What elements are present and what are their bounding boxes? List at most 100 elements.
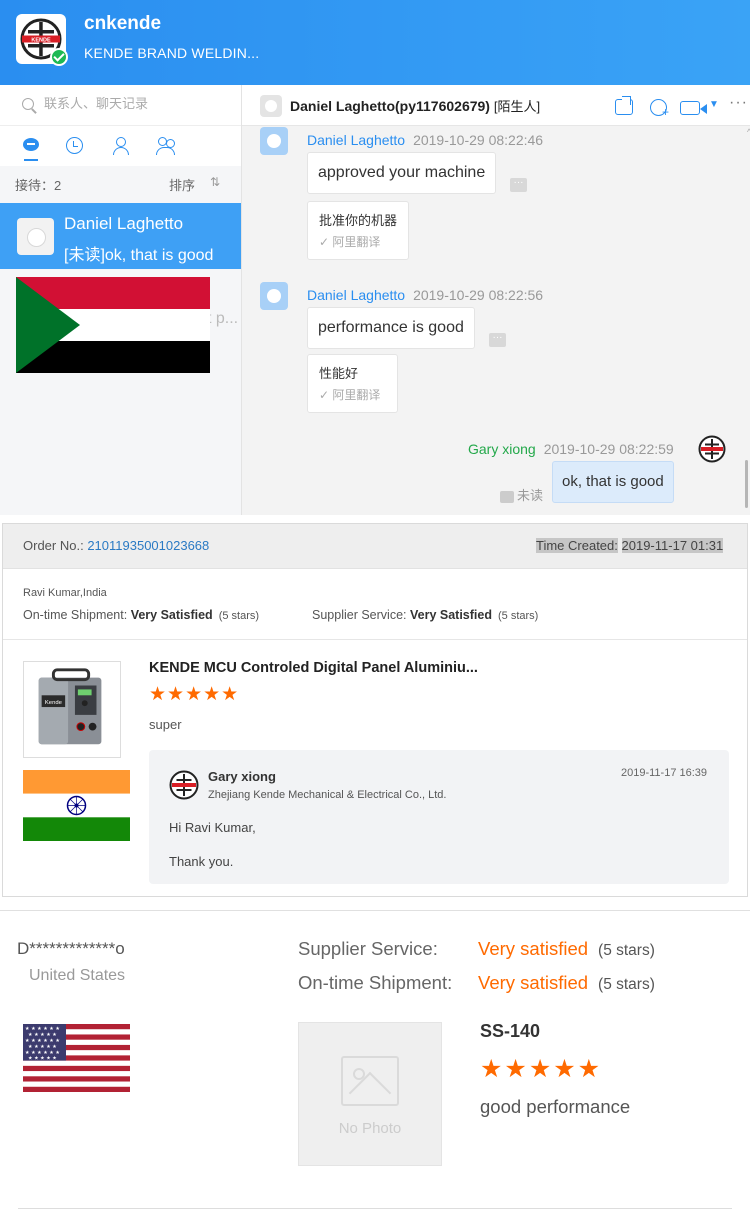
us-flag-image: ★ ★ ★ ★ ★ ★ ★ ★ ★ ★ ★ ★ ★ ★ ★ ★ ★ ★ ★ ★ …	[23, 1024, 130, 1092]
time-created-value: 2019-11-17 01:31	[621, 538, 724, 553]
translation-box: 批准你的机器 ✓ 阿里翻译	[307, 201, 409, 260]
stranger-tag: [陌生人]	[493, 99, 541, 114]
unread-label: 未读	[517, 488, 544, 503]
product-model[interactable]: SS-140	[480, 1021, 540, 1042]
sender-name: Gary xiong	[468, 441, 536, 457]
sudan-flag-image	[16, 277, 210, 373]
tab-chat-icon[interactable]	[22, 137, 40, 161]
conversation-item-daniel-laghetto[interactable]: Daniel Laghetto [未读]ok, that is good	[0, 203, 241, 269]
more-options-icon[interactable]: ···	[729, 94, 748, 112]
buyer-country: United States	[29, 967, 126, 984]
svg-text:★ ★ ★ ★ ★: ★ ★ ★ ★ ★	[28, 1056, 57, 1062]
us-review-card: D*************o United States ★ ★ ★ ★ ★ …	[0, 910, 750, 1215]
message-sender: Daniel Laghetto 2019-10-29 08:22:56	[307, 287, 543, 303]
translation-text: 批准你的机器	[319, 213, 398, 228]
image-placeholder-icon	[341, 1056, 399, 1106]
reply-company: Zhejiang Kende Mechanical & Electrical C…	[208, 789, 447, 801]
ratings-row: On-time Shipment: Very Satisfied (5 stars…	[23, 608, 743, 622]
unread-status: 未读	[500, 485, 543, 504]
shipment-rating: On-time Shipment: Very satisfied (5 stars)	[298, 972, 655, 994]
supplier-rating: Supplier Service: Very Satisfied (5 stars…	[312, 608, 538, 622]
message-bubble[interactable]: approved your machine	[307, 152, 497, 194]
no-photo-label: No Photo	[338, 1120, 402, 1137]
share-icon[interactable]	[615, 96, 633, 115]
supplier-label: Supplier Service:	[312, 608, 407, 622]
product-rating-stars: ★★★★★	[480, 1055, 603, 1083]
message-time: 2019-10-29 08:22:56	[413, 287, 544, 303]
chat-title: Daniel Laghetto(py117602679) [陌生人]	[290, 96, 540, 115]
order-number-link[interactable]: 21011935001023668	[87, 538, 209, 553]
sort-arrows-icon[interactable]: ⇅	[210, 175, 220, 189]
chat-panel: Daniel Laghetto(py117602679) [陌生人] ▼ ···…	[242, 85, 750, 515]
sort-button[interactable]: 排序	[169, 175, 195, 194]
tab-groups-people-icon[interactable]	[156, 137, 178, 155]
india-flag-image	[23, 770, 130, 841]
sender-name: Daniel Laghetto	[307, 287, 406, 303]
add-contact-icon[interactable]	[650, 99, 669, 119]
order-review-card: Order No.: 21011935001023668 Time Create…	[0, 515, 750, 905]
no-photo-placeholder: No Photo	[298, 1022, 442, 1166]
message-more-button[interactable]: ···	[510, 178, 527, 192]
own-message-bubble[interactable]: ok, that is good	[552, 461, 674, 503]
message-time: 2019-10-29 08:22:46	[413, 132, 544, 148]
video-call-icon[interactable]	[680, 101, 707, 115]
buyer-name: D*************o	[17, 939, 125, 958]
reviewer-name: Ravi Kumar,India	[23, 587, 107, 599]
order-header: Order No.: 21011935001023668 Time Create…	[3, 524, 747, 569]
conversation-sidebar: 接待：2 排序 ⇅ Daniel Laghetto [未读]ok, that i…	[0, 85, 242, 515]
supplier-value: Very satisfied	[478, 938, 589, 959]
divider	[18, 1208, 732, 1209]
shipment-rating: On-time Shipment: Very Satisfied (5 stars…	[23, 608, 259, 622]
shipment-value: Very Satisfied	[130, 608, 213, 622]
avatar	[260, 127, 288, 155]
supplier-value: Very Satisfied	[409, 608, 492, 622]
translation-source: ✓ 阿里翻译	[319, 235, 381, 249]
shipment-label: On-time Shipment:	[23, 608, 128, 622]
chat-contact-name: Daniel Laghetto(py117602679)	[290, 98, 490, 114]
kende-logo-icon	[169, 770, 199, 800]
svg-text:KENDE: KENDE	[31, 38, 51, 44]
search-icon	[22, 98, 34, 110]
product-rating-stars: ★★★★★	[149, 684, 240, 705]
message-bubble[interactable]: performance is good	[307, 307, 475, 349]
svg-text:Kende: Kende	[45, 700, 62, 706]
time-created-label: Time Created:	[536, 538, 618, 553]
translation-box: 性能好 ✓ 阿里翻译	[307, 354, 398, 413]
chat-scrollbar[interactable]	[745, 460, 748, 508]
reply-time: 2019-11-17 16:39	[621, 767, 708, 779]
message-more-button[interactable]: ···	[489, 333, 506, 347]
product-title[interactable]: KENDE MCU Controled Digital Panel Alumin…	[149, 660, 478, 676]
chevron-down-icon[interactable]: ▼	[709, 99, 719, 110]
order-number-label: Order No.:	[23, 538, 84, 553]
conversation-name: Daniel Laghetto	[64, 214, 184, 233]
reply-author: Gary xiong	[208, 769, 276, 784]
supplier-stars: (5 stars)	[598, 942, 655, 959]
divider	[3, 639, 747, 640]
avatar	[17, 218, 54, 255]
app-subtitle: KENDE BRAND WELDIN...	[84, 45, 260, 61]
time-created: Time Created: 2019-11-17 01:31	[536, 538, 724, 553]
app-name: cnkende	[84, 13, 162, 34]
search-box[interactable]	[0, 85, 241, 126]
reception-count: 接待：2	[15, 178, 62, 193]
review-text: super	[149, 717, 182, 732]
tab-contacts-person-icon[interactable]	[112, 137, 130, 155]
avatar	[260, 282, 288, 310]
kende-logo-icon: KENDE	[16, 14, 68, 66]
chat-header: Daniel Laghetto(py117602679) [陌生人] ▼ ···	[242, 85, 750, 126]
shipment-stars: (5 stars)	[218, 610, 260, 622]
welding-machine-icon[interactable]: Kende	[23, 661, 121, 758]
verified-check-icon	[50, 48, 68, 66]
chat-app-window: KENDE cnkende KENDE BRAND WELDIN... 接待：2	[0, 0, 750, 515]
search-input[interactable]	[44, 96, 224, 111]
app-header: KENDE cnkende KENDE BRAND WELDIN...	[0, 0, 750, 85]
sidebar-tabs	[0, 126, 241, 166]
order-frame: Order No.: 21011935001023668 Time Create…	[2, 523, 748, 897]
kende-logo-avatar-icon	[698, 435, 726, 463]
tab-history-clock-icon[interactable]	[66, 137, 83, 154]
translation-source: ✓ 阿里翻译	[319, 388, 381, 402]
supplier-rating: Supplier Service: Very satisfied (5 stars)	[298, 938, 655, 960]
supplier-reply: Gary xiong Zhejiang Kende Mechanical & E…	[149, 750, 729, 884]
message-time: 2019-10-29 08:22:59	[543, 441, 674, 457]
order-number: Order No.: 21011935001023668	[23, 538, 209, 553]
